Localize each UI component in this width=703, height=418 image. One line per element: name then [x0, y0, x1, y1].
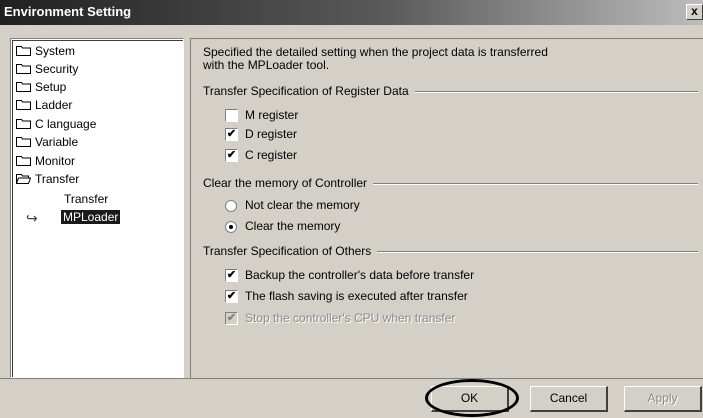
group-title-memory: Clear the memory of Controller [203, 176, 374, 190]
tree-item-label: C language [35, 117, 97, 131]
tree-item-label: System [35, 44, 76, 58]
close-button[interactable]: x [686, 4, 703, 20]
tree-item-monitor[interactable]: Monitor [16, 153, 75, 170]
clear-memory-label: Clear the memory [245, 219, 341, 233]
check-icon: ✔ [226, 149, 237, 161]
group-title-others: Transfer Specification of Others [203, 244, 378, 258]
folder-icon [16, 137, 31, 148]
tree-item-c-language[interactable]: C language [16, 116, 96, 133]
check-icon: ✔ [226, 312, 237, 324]
stop-cpu-label: Stop the controller's CPU when transfer [245, 311, 456, 325]
tree-item-label: MPLoader [61, 210, 121, 224]
stop-cpu-checkbox: ✔ [225, 312, 238, 325]
selected-arrow-icon: ↪ [26, 210, 38, 226]
c-register-checkbox[interactable]: ✔ [225, 149, 238, 162]
tree-item-setup[interactable]: Setup [16, 79, 66, 96]
not-clear-memory-radio[interactable] [225, 200, 237, 212]
tree-item-label: Ladder [35, 98, 73, 112]
c-register-label: C register [245, 148, 298, 162]
window-title: Environment Setting [4, 4, 132, 19]
description-line: with the MPLoader tool. [203, 58, 330, 72]
bottom-separator [0, 378, 703, 379]
tree-item-ladder[interactable]: Ladder [16, 97, 72, 114]
highlight-circle [425, 379, 519, 417]
tree-item-label: Transfer [35, 172, 80, 186]
folder-icon [16, 64, 31, 75]
d-register-checkbox[interactable]: ✔ [225, 128, 238, 141]
tree-item-security[interactable]: Security [16, 61, 78, 78]
check-icon: ✔ [226, 290, 237, 302]
tree-item-variable[interactable]: Variable [16, 134, 78, 151]
radio-dot [229, 225, 233, 229]
flash-saving-label: The flash saving is executed after trans… [245, 289, 468, 303]
tree-item-system[interactable]: System [16, 43, 75, 60]
folder-icon [16, 100, 31, 111]
m-register-checkbox[interactable] [225, 109, 238, 122]
tree-item-label: Transfer [64, 192, 109, 206]
tree-item-label: Monitor [35, 154, 76, 168]
tree-item-label: Security [35, 62, 79, 76]
environment-setting-dialog: Environment Setting x System Security Se… [0, 0, 703, 418]
group-title-register: Transfer Specification of Register Data [203, 84, 415, 98]
title-bar[interactable]: Environment Setting x [0, 0, 703, 25]
tree-child-transfer[interactable]: Transfer [64, 191, 108, 208]
folder-icon [16, 119, 31, 130]
tree-child-mploader[interactable]: MPLoader [61, 209, 121, 226]
check-icon: ✔ [226, 128, 237, 140]
tree-item-transfer[interactable]: Transfer [16, 171, 79, 188]
check-icon: ✔ [226, 269, 237, 281]
d-register-label: D register [245, 127, 298, 141]
apply-button: Apply [624, 386, 702, 412]
settings-tree[interactable]: System Security Setup Ladder C language … [10, 38, 184, 378]
tree-item-label: Variable [35, 135, 79, 149]
backup-checkbox[interactable]: ✔ [225, 269, 238, 282]
tree-item-label: Setup [35, 80, 67, 94]
flash-saving-checkbox[interactable]: ✔ [225, 290, 238, 303]
open-folder-icon [16, 174, 31, 185]
folder-icon [16, 156, 31, 167]
clear-memory-radio[interactable] [225, 221, 237, 233]
folder-icon [16, 46, 31, 57]
not-clear-memory-label: Not clear the memory [245, 198, 360, 212]
cancel-button[interactable]: Cancel [530, 386, 608, 412]
panel-description: Specified the detailed setting when the … [203, 46, 633, 72]
backup-label: Backup the controller's data before tran… [245, 268, 475, 282]
folder-icon [16, 82, 31, 93]
m-register-label: M register [245, 108, 299, 122]
